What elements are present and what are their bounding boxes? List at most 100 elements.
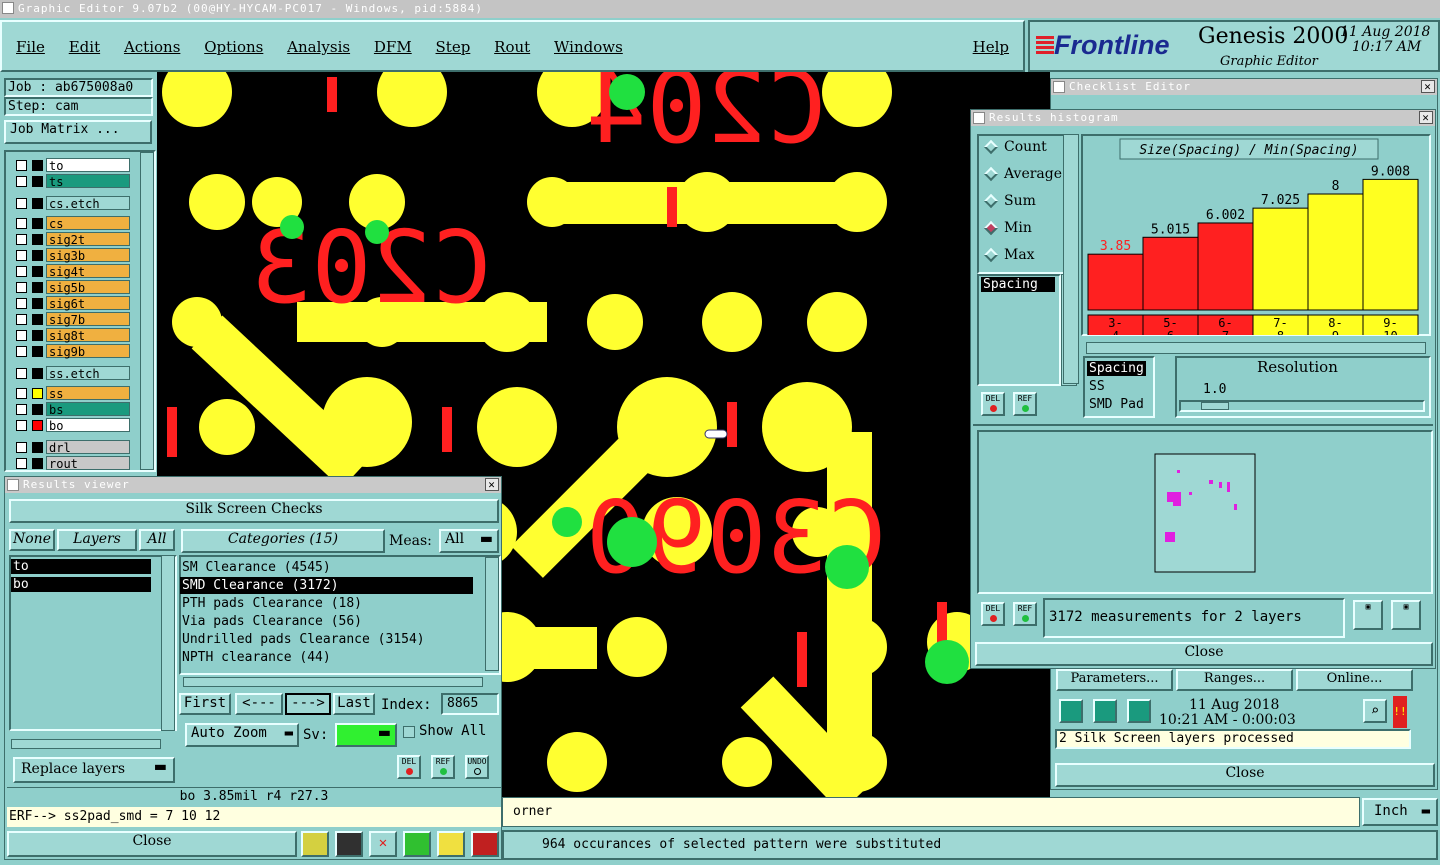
ranges-button[interactable]: Ranges... bbox=[1176, 669, 1293, 691]
layer-name[interactable]: cs bbox=[46, 216, 130, 231]
layer-row-cs-etch[interactable]: cs.etch bbox=[12, 196, 130, 211]
silk-screen-checks-header[interactable]: Silk Screen Checks bbox=[9, 499, 499, 523]
histogram-left-list-item[interactable]: Spacing bbox=[981, 277, 1055, 292]
layer-row-sig5b[interactable]: sig5b bbox=[12, 280, 130, 295]
histogram-bar[interactable] bbox=[1197, 222, 1254, 311]
layer-name[interactable]: sig3b bbox=[46, 248, 130, 263]
layer-name[interactable]: sig4t bbox=[46, 264, 130, 279]
menu-file[interactable]: File bbox=[16, 38, 45, 56]
layer-checkbox[interactable] bbox=[16, 298, 27, 309]
run-icon-1[interactable] bbox=[1059, 699, 1083, 723]
tool-icon-3[interactable]: ✕ bbox=[369, 831, 397, 857]
next-button[interactable]: ---> bbox=[285, 693, 331, 715]
layer-checkbox[interactable] bbox=[16, 458, 27, 469]
tool-icon-2[interactable] bbox=[335, 831, 363, 857]
layer-name[interactable]: sig7b bbox=[46, 312, 130, 327]
tool-icon-6[interactable] bbox=[471, 831, 499, 857]
layer-row-ss[interactable]: ss bbox=[12, 386, 130, 401]
layer-name[interactable]: ss bbox=[46, 386, 130, 401]
checklist-close-icon[interactable]: ✕ bbox=[1421, 80, 1435, 93]
layer-name[interactable]: sig8t bbox=[46, 328, 130, 343]
mode-average[interactable]: Average bbox=[983, 166, 1062, 182]
layer-name[interactable]: ts bbox=[46, 174, 130, 189]
results-undo-button[interactable]: UNDO bbox=[465, 755, 489, 779]
layer-row-to[interactable]: to bbox=[12, 158, 130, 173]
layer-checkbox[interactable] bbox=[16, 250, 27, 261]
layer-list-scrollbar[interactable] bbox=[140, 152, 154, 470]
tool-icon-5[interactable] bbox=[437, 831, 465, 857]
job-matrix-button[interactable]: Job Matrix ... bbox=[4, 120, 152, 144]
layer-checkbox[interactable] bbox=[16, 176, 27, 187]
auto-zoom-dropdown[interactable]: Auto Zoom ▬ bbox=[185, 723, 299, 747]
replace-layers-dropdown[interactable]: Replace layers ▬ bbox=[13, 757, 175, 783]
layer-row-sig4t[interactable]: sig4t bbox=[12, 264, 130, 279]
layer-row-bs[interactable]: bs bbox=[12, 402, 130, 417]
parameters-button[interactable]: Parameters... bbox=[1056, 669, 1173, 691]
layer-name[interactable]: to bbox=[46, 158, 130, 173]
menu-dfm[interactable]: DFM bbox=[374, 38, 412, 56]
online-button[interactable]: Online... bbox=[1296, 669, 1413, 691]
layer-row-ss-etch[interactable]: ss.etch bbox=[12, 366, 130, 381]
category-item[interactable]: NPTH clearance (44) bbox=[180, 649, 473, 666]
layer-checkbox[interactable] bbox=[16, 266, 27, 277]
tool-icon-1[interactable] bbox=[301, 831, 329, 857]
layer-row-sig8t[interactable]: sig8t bbox=[12, 328, 130, 343]
mode-count[interactable]: Count bbox=[983, 139, 1047, 155]
layer-checkbox[interactable] bbox=[16, 282, 27, 293]
menu-help[interactable]: Help bbox=[973, 38, 1009, 56]
prev-button[interactable]: <--- bbox=[235, 693, 283, 715]
layer-row-drl[interactable]: drl bbox=[12, 440, 130, 455]
layer-checkbox[interactable] bbox=[16, 346, 27, 357]
layer-name[interactable]: bs bbox=[46, 402, 130, 417]
category-item[interactable]: SMD Clearance (3172) bbox=[180, 577, 473, 594]
mode-max[interactable]: Max bbox=[983, 247, 1035, 263]
layers-tab[interactable]: Layers bbox=[57, 529, 137, 551]
layer-name[interactable]: drl bbox=[46, 440, 130, 455]
layer-name[interactable]: sig9b bbox=[46, 344, 130, 359]
menu-step[interactable]: Step bbox=[436, 38, 471, 56]
histogram-close-icon[interactable]: ✕ bbox=[1419, 111, 1433, 124]
resolution-slider-handle[interactable] bbox=[1201, 402, 1229, 410]
histogram-del-button[interactable]: DEL bbox=[981, 392, 1005, 416]
categories-tab[interactable]: Categories (15) bbox=[181, 529, 385, 553]
show-all-checkbox[interactable] bbox=[403, 726, 415, 738]
layer-name[interactable]: sig2t bbox=[46, 232, 130, 247]
mode-min[interactable]: Min bbox=[983, 220, 1032, 236]
category-item[interactable]: Via pads Clearance (56) bbox=[180, 613, 473, 630]
preview-del-button[interactable]: DEL bbox=[981, 602, 1005, 626]
units-dropdown[interactable]: Inch ▬ bbox=[1362, 798, 1438, 826]
resolution-slider[interactable] bbox=[1179, 400, 1425, 412]
first-button[interactable]: First bbox=[179, 693, 231, 715]
zoom-icon[interactable]: ⌕ bbox=[1363, 699, 1387, 723]
results-ref-button[interactable]: REF bbox=[431, 755, 455, 779]
layer-row-sig6t[interactable]: sig6t bbox=[12, 296, 130, 311]
meas-dropdown[interactable]: All ▬ bbox=[439, 529, 499, 553]
layer-row-sig3b[interactable]: sig3b bbox=[12, 248, 130, 263]
layer-checkbox[interactable] bbox=[16, 442, 27, 453]
histogram-bar[interactable] bbox=[1142, 236, 1199, 311]
layer-row-sig7b[interactable]: sig7b bbox=[12, 312, 130, 327]
layer-name[interactable]: sig5b bbox=[46, 280, 130, 295]
histogram-bar[interactable] bbox=[1362, 178, 1419, 311]
layer-name[interactable]: ss.etch bbox=[46, 366, 130, 381]
layer-checkbox[interactable] bbox=[16, 404, 27, 415]
checklist-close-button[interactable]: Close bbox=[1055, 763, 1435, 787]
menu-options[interactable]: Options bbox=[204, 38, 263, 56]
command-line[interactable]: orner bbox=[502, 797, 1360, 827]
last-button[interactable]: Last bbox=[333, 693, 375, 715]
layer-checkbox[interactable] bbox=[16, 314, 27, 325]
histogram-bar[interactable] bbox=[1087, 253, 1144, 311]
results-viewer-close-button[interactable]: Close bbox=[7, 831, 297, 857]
menu-edit[interactable]: Edit bbox=[69, 38, 100, 56]
layer-row-ts[interactable]: ts bbox=[12, 174, 130, 189]
results-del-button[interactable]: DEL bbox=[397, 755, 421, 779]
menu-analysis[interactable]: Analysis bbox=[287, 38, 350, 56]
layer-checkbox[interactable] bbox=[16, 234, 27, 245]
index-input[interactable]: 8865 bbox=[441, 693, 499, 715]
layer-row-cs[interactable]: cs bbox=[12, 216, 130, 231]
resolution-list-item-ss[interactable]: SS bbox=[1089, 379, 1105, 394]
layer-row-sig9b[interactable]: sig9b bbox=[12, 344, 130, 359]
layer-checkbox[interactable] bbox=[16, 330, 27, 341]
menu-actions[interactable]: Actions bbox=[124, 38, 180, 56]
mode-sum[interactable]: Sum bbox=[983, 193, 1036, 209]
